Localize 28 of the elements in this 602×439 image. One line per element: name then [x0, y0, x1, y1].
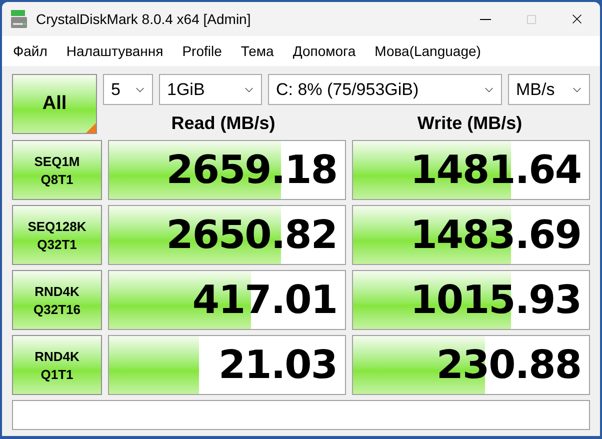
result-value: 1483.69	[410, 216, 581, 254]
test-button[interactable]: SEQ128K Q32T1	[12, 205, 102, 265]
dropdown[interactable]: 5	[103, 74, 153, 105]
result-value: 1015.93	[410, 280, 581, 320]
column-header: Write (MB/s)	[417, 112, 522, 134]
menu-item[interactable]: Profile	[177, 40, 227, 62]
result-value: 230.88	[436, 346, 581, 384]
column-header: Read (MB/s)	[171, 112, 276, 134]
menu-item[interactable]: Допомога	[288, 40, 361, 62]
all-button[interactable]: All	[12, 74, 97, 134]
menu-item[interactable]: Тема	[236, 40, 279, 62]
test-button[interactable]: RND4K Q1T1	[12, 335, 102, 395]
dropdown[interactable]: C: 8% (75/953GiB)	[268, 74, 502, 105]
window-title: CrystalDiskMark 8.0.4 x64 [Admin]	[36, 10, 251, 29]
menu-item[interactable]: Налаштування	[61, 40, 168, 62]
menu-item[interactable]: Мова(Language)	[370, 40, 486, 62]
minimize-icon	[480, 18, 490, 20]
test-button[interactable]: SEQ1M Q8T1	[12, 140, 102, 200]
test-button[interactable]: RND4K Q32T16	[12, 270, 102, 330]
maximize-icon	[526, 14, 536, 24]
dropdown[interactable]: 1GiB	[159, 74, 262, 105]
comment-field[interactable]	[12, 400, 590, 430]
disk-logo-icon	[10, 9, 28, 29]
dropdown[interactable]: MB/s	[508, 74, 590, 105]
menu-item[interactable]: Файл	[8, 40, 52, 62]
result-value: 21.03	[218, 346, 337, 384]
result-value: 417.01	[192, 280, 337, 320]
result-value: 1481.64	[410, 150, 581, 190]
